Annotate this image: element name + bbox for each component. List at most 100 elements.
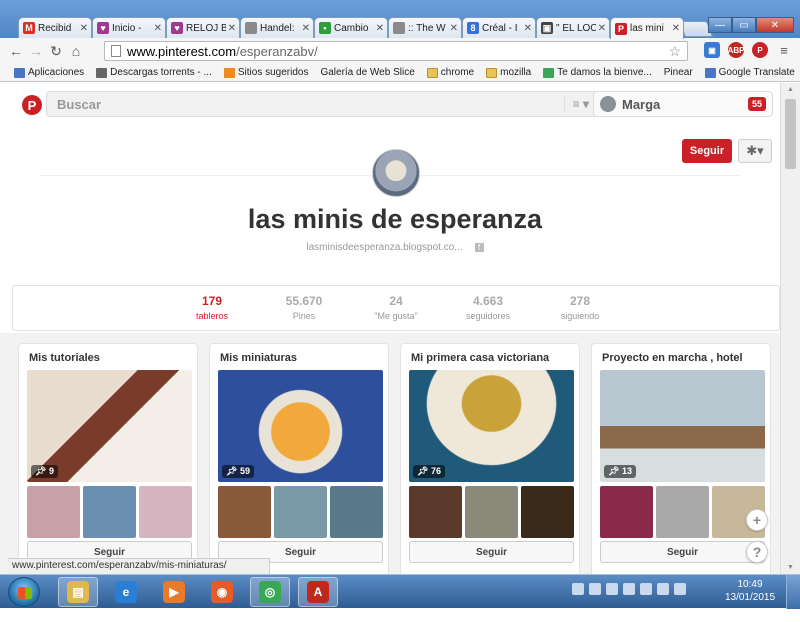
bookmark-item[interactable]: Google Translate (704, 67, 795, 78)
board-title[interactable]: Mis tutoriales (29, 352, 100, 364)
scrollbar-thumb[interactable] (785, 99, 796, 169)
bookmark-item[interactable]: Aplicaciones (14, 67, 84, 78)
board-title[interactable]: Mi primera casa victoriana (411, 352, 549, 364)
tab-close-icon[interactable]: ✕ (302, 23, 310, 34)
add-pin-icon[interactable]: + (746, 509, 768, 531)
tab-close-icon[interactable]: ✕ (672, 23, 680, 34)
search-input[interactable]: Buscar ≡ ▾ (46, 91, 600, 117)
board-card[interactable]: Proyecto en marcha , hotel 📌︎ 13 Seguir (591, 343, 771, 574)
board-thumbnail[interactable] (656, 486, 709, 538)
board-thumbnail[interactable] (83, 486, 136, 538)
power-icon[interactable] (674, 583, 686, 595)
tab-close-icon[interactable]: ✕ (228, 23, 236, 34)
board-card[interactable]: Mis tutoriales 📌︎ 9 Seguir (18, 343, 198, 574)
pinterest-extension-icon[interactable]: P (752, 42, 768, 58)
show-desktop-button[interactable] (786, 575, 800, 609)
taskbar-app-button[interactable]: ◎ (250, 577, 290, 607)
browser-tab[interactable]: • Cambio ✕ (314, 17, 388, 38)
stat-siguiendo[interactable]: 278 siguiendo (535, 294, 625, 321)
browser-tab[interactable]: ▣ " EL LOC ✕ (536, 17, 610, 38)
board-cover-image[interactable]: 📌︎ 9 (27, 370, 192, 482)
minimize-button[interactable]: — (708, 17, 732, 33)
facebook-icon[interactable]: f (474, 243, 484, 252)
bookmark-item[interactable]: Sitios sugeridos (223, 67, 308, 78)
board-cover-image[interactable]: 📌︎ 13 (600, 370, 765, 482)
board-thumbnail[interactable] (330, 486, 383, 538)
board-card[interactable]: Mis miniaturas 📌︎ 59 Seguir (209, 343, 389, 574)
bookmark-item[interactable]: chrome (426, 67, 474, 78)
bookmark-item[interactable]: Descargas torrents - ... (96, 67, 212, 78)
chrome-tray-icon[interactable] (572, 583, 584, 595)
taskbar-app-button[interactable]: ▶ (154, 577, 194, 607)
tab-close-icon[interactable]: ✕ (524, 23, 532, 34)
bookmark-star-icon[interactable]: ☆ (668, 43, 681, 60)
board-thumbnail[interactable] (409, 486, 462, 538)
flag-icon[interactable] (640, 583, 652, 595)
browser-tab[interactable]: :: The W ✕ (388, 17, 462, 38)
user-menu[interactable]: Marga 55 (593, 91, 773, 117)
help-icon[interactable]: ? (746, 541, 768, 563)
gear-icon[interactable]: ✱▾ (738, 139, 772, 163)
taskbar-app-button[interactable]: A (298, 577, 338, 607)
stat-pines[interactable]: 55.670 Pines (259, 294, 349, 321)
board-thumbnail[interactable] (139, 486, 192, 538)
security-icon[interactable] (623, 583, 635, 595)
address-bar[interactable]: www.pinterest.com /esperanzabv/ ☆ (104, 41, 688, 61)
board-cover-image[interactable]: 📌︎ 59 (218, 370, 383, 482)
browser-tab[interactable]: ♥ Inicio - ✕ (92, 17, 166, 38)
board-thumbnail[interactable] (600, 486, 653, 538)
tab-close-icon[interactable]: ✕ (598, 23, 606, 34)
taskbar-clock[interactable]: 10:49 13/01/2015 (724, 578, 776, 604)
board-title[interactable]: Mis miniaturas (220, 352, 297, 364)
follow-profile-button[interactable]: Seguir (682, 139, 732, 163)
start-button[interactable] (8, 577, 40, 607)
board-card[interactable]: Mi primera casa victoriana 📌︎ 76 Seguir (400, 343, 580, 574)
stat-seguidores[interactable]: 4.663 seguidores (443, 294, 533, 321)
bookmark-item[interactable]: Pinear (0, 67, 693, 158)
follow-board-button[interactable]: Seguir (600, 541, 765, 563)
bookmark-item[interactable]: Te damos la bienve... (543, 67, 652, 78)
taskbar-app-button[interactable]: ▤ (58, 577, 98, 607)
bookmark-item[interactable]: mozilla (486, 67, 531, 78)
reload-icon[interactable]: ↻ (46, 41, 66, 61)
browser-tab[interactable]: Handel: ✕ (240, 17, 314, 38)
stat-megusta[interactable]: 24 "Me gusta" (351, 294, 441, 321)
menu-icon[interactable]: ≡ ▾ (563, 97, 589, 111)
tab-close-icon[interactable]: ✕ (450, 23, 458, 34)
home-icon[interactable]: ⌂ (66, 41, 86, 61)
extension-icon[interactable]: ▣ (704, 42, 720, 58)
close-window-button[interactable]: ✕ (756, 17, 794, 33)
taskbar-app-button[interactable]: e (106, 577, 146, 607)
action-center-icon[interactable] (657, 583, 669, 595)
taskbar-app-button[interactable]: ◉ (202, 577, 242, 607)
notifications-badge[interactable]: 55 (747, 97, 766, 111)
tab-close-icon[interactable]: ✕ (154, 23, 162, 34)
chrome-menu-icon[interactable]: ≡ (776, 42, 792, 58)
speaker-icon[interactable] (589, 583, 601, 595)
browser-tab[interactable]: Plas mini ✕ (610, 17, 684, 39)
forward-arrow-icon[interactable]: → (26, 41, 46, 61)
follow-board-button[interactable]: Seguir (409, 541, 574, 563)
board-thumbnail[interactable] (521, 486, 574, 538)
scroll-down-icon[interactable]: ▼ (787, 564, 794, 571)
tab-close-icon[interactable]: ✕ (376, 23, 384, 34)
profile-site-link[interactable]: lasminisdeesperanza.blogspot.co... (306, 242, 462, 253)
maximize-button[interactable]: ▭ (732, 17, 756, 33)
board-thumbnail[interactable] (218, 486, 271, 538)
pinterest-logo-icon[interactable]: P (22, 95, 42, 115)
browser-tab[interactable]: ♥ RELOJ B ✕ (166, 17, 240, 38)
board-cover-image[interactable]: 📌︎ 76 (409, 370, 574, 482)
stat-tableros[interactable]: 179 tableros (167, 294, 257, 321)
page-scrollbar[interactable]: ▲ ▼ (780, 83, 800, 574)
back-arrow-icon[interactable]: ← (6, 41, 26, 61)
board-thumbnail[interactable] (27, 486, 80, 538)
tab-close-icon[interactable]: ✕ (80, 23, 88, 34)
adblock-plus-icon[interactable]: ABP (728, 42, 744, 58)
scroll-up-icon[interactable]: ▲ (787, 86, 794, 93)
board-thumbnail[interactable] (274, 486, 327, 538)
network-icon[interactable] (606, 583, 618, 595)
browser-tab[interactable]: 8 Créal - I ✕ (462, 17, 536, 38)
board-title[interactable]: Proyecto en marcha , hotel (602, 352, 743, 364)
board-thumbnail[interactable] (465, 486, 518, 538)
browser-tab[interactable]: M Recibid ✕ (18, 17, 92, 38)
